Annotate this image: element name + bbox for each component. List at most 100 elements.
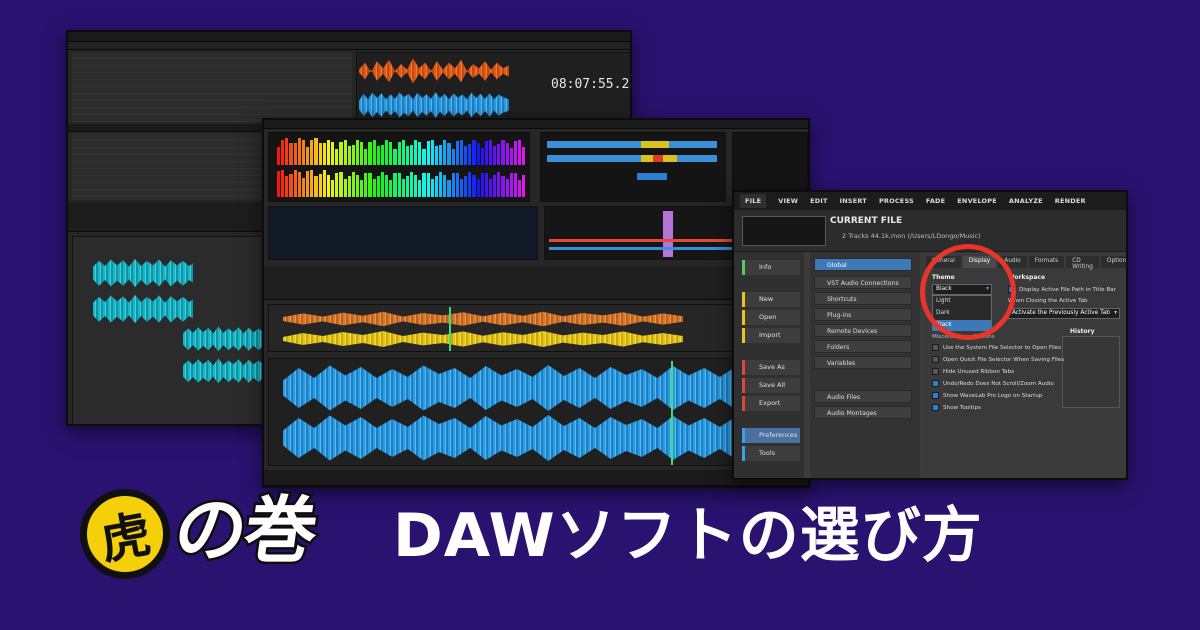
spectrum-bar [277, 171, 281, 197]
spectrum-bar [306, 147, 310, 165]
category-audio-files[interactable]: Audio Files [814, 390, 912, 403]
category-vst-audio-connections[interactable]: VST Audio Connections [814, 276, 912, 289]
spectrum-bar [339, 172, 343, 197]
spectrum-bar [385, 175, 389, 197]
history-panel [1062, 336, 1120, 408]
option-text: Use the System File Selector to Open Fil… [943, 345, 1062, 351]
spectrum-bar [459, 179, 464, 197]
spectrum-pane [268, 132, 530, 202]
nav-open[interactable]: Open [742, 310, 800, 325]
nav-new[interactable]: New [742, 292, 800, 307]
spectrum-upper [277, 137, 526, 165]
option-checkbox[interactable] [932, 344, 939, 351]
option-checkbox[interactable] [932, 380, 939, 387]
spectrum-bar [393, 148, 397, 165]
spectrum-bar [451, 172, 455, 197]
spectrum-bar [281, 170, 285, 197]
spectrum-bar [318, 174, 322, 197]
spectrum-bar [472, 139, 476, 165]
spectrum-bar [310, 170, 314, 197]
spectrum-bar [443, 139, 447, 165]
spectrum-bar [331, 142, 335, 165]
spectrum-bar [459, 140, 464, 165]
ribbon-tab-envelope[interactable]: ENVELOPE [957, 197, 997, 205]
spectrum-bar [426, 141, 430, 165]
option-checkbox[interactable] [932, 392, 939, 399]
category-variables[interactable]: Variables [814, 356, 912, 369]
nav-save-as[interactable]: Save As [742, 360, 800, 375]
nav-info[interactable]: Info [742, 260, 800, 275]
category-remote-devices[interactable]: Remote Devices [814, 324, 912, 337]
spectrum-bar [364, 149, 368, 165]
ribbon-tab-fade[interactable]: FADE [926, 197, 945, 205]
spectrum-bar [339, 141, 343, 165]
spectrum-bar [434, 146, 439, 165]
nav-tools[interactable]: Tools [742, 446, 800, 461]
spectrum-bar [351, 171, 355, 197]
spectrum-bar [297, 137, 301, 165]
closing-tab-select[interactable]: Activate the Previously Active Tab ▾ [1008, 308, 1120, 319]
spectrum-bar [380, 144, 385, 165]
back-track-list [72, 52, 352, 122]
option-checkbox[interactable] [932, 404, 939, 411]
spectrum-bar [347, 176, 351, 197]
spectrum-bar [418, 179, 422, 197]
spectrum-bar [306, 171, 310, 197]
ribbon-tab-process[interactable]: PROCESS [879, 197, 914, 205]
category-plugins[interactable]: Plug-ins [814, 308, 912, 321]
spectrum-bar [422, 148, 426, 165]
spectrum-bar [301, 178, 306, 197]
orange-track-waveform [283, 311, 683, 327]
spectrum-bar [497, 171, 501, 197]
orange-waveform [359, 58, 509, 84]
spectrum-bar [397, 141, 401, 165]
spectrum-bar [414, 139, 418, 165]
nav-import[interactable]: Import [742, 328, 800, 343]
spectrum-bar [464, 146, 468, 165]
ribbon-tab-edit[interactable]: EDIT [810, 197, 828, 205]
history-label: History [1070, 328, 1095, 335]
category-shortcuts[interactable]: Shortcuts [814, 292, 912, 305]
playhead-marker [671, 361, 673, 465]
ribbon-tab-insert[interactable]: INSERT [840, 197, 867, 205]
display-path-text: Display Active File Path in Title Bar [1019, 287, 1116, 293]
daw-window-middle [262, 118, 810, 488]
nav-export[interactable]: Export [742, 396, 800, 411]
spectrum-bar [509, 148, 513, 165]
file-menu-nav: Info New Open Import Save As Save All Ex… [734, 252, 804, 478]
spectrum-bar [385, 139, 389, 165]
teal-clip-2 [93, 294, 193, 324]
tab-formats[interactable]: Formats [1028, 256, 1065, 268]
category-global[interactable]: Global [814, 258, 912, 271]
category-folders[interactable]: Folders [814, 340, 912, 353]
option-text: Hide Unused Ribbon Tabs [943, 369, 1015, 375]
spectrum-bar [293, 169, 297, 197]
nav-save-all[interactable]: Save All [742, 378, 800, 393]
back-toolbar [68, 42, 630, 50]
spectrum-bar [372, 178, 376, 197]
spectrum-bar [397, 172, 401, 197]
spectrum-bar [418, 142, 422, 165]
spectrum-bar [472, 175, 476, 197]
teal-clip-3 [183, 326, 267, 352]
tab-cd-writing[interactable]: CD Writing [1066, 256, 1099, 270]
ribbon-tab-analyze[interactable]: ANALYZE [1009, 197, 1043, 205]
category-audio-montages[interactable]: Audio Montages [814, 406, 912, 419]
meter-peak [641, 141, 669, 148]
spectrum-bar [326, 140, 331, 165]
meter-bar [637, 173, 667, 180]
tiger-badge: 虎 [80, 489, 170, 579]
ribbon-tab-file[interactable]: FILE [740, 194, 767, 208]
spectrum-bar [443, 175, 447, 197]
time-display: 08:07:55.290 [551, 77, 630, 92]
ribbon-tab-render[interactable]: RENDER [1055, 197, 1086, 205]
spectrum-bar [335, 149, 339, 165]
spectrum-bar [430, 140, 434, 165]
option-checkbox[interactable] [932, 356, 939, 363]
option-checkbox[interactable] [932, 368, 939, 375]
spectrum-bar [355, 139, 360, 165]
tab-options[interactable]: Options [1100, 256, 1126, 268]
spectrum-bar [426, 172, 430, 197]
ribbon-tab-view[interactable]: VIEW [778, 197, 798, 205]
nav-preferences[interactable]: Preferences [742, 428, 800, 443]
